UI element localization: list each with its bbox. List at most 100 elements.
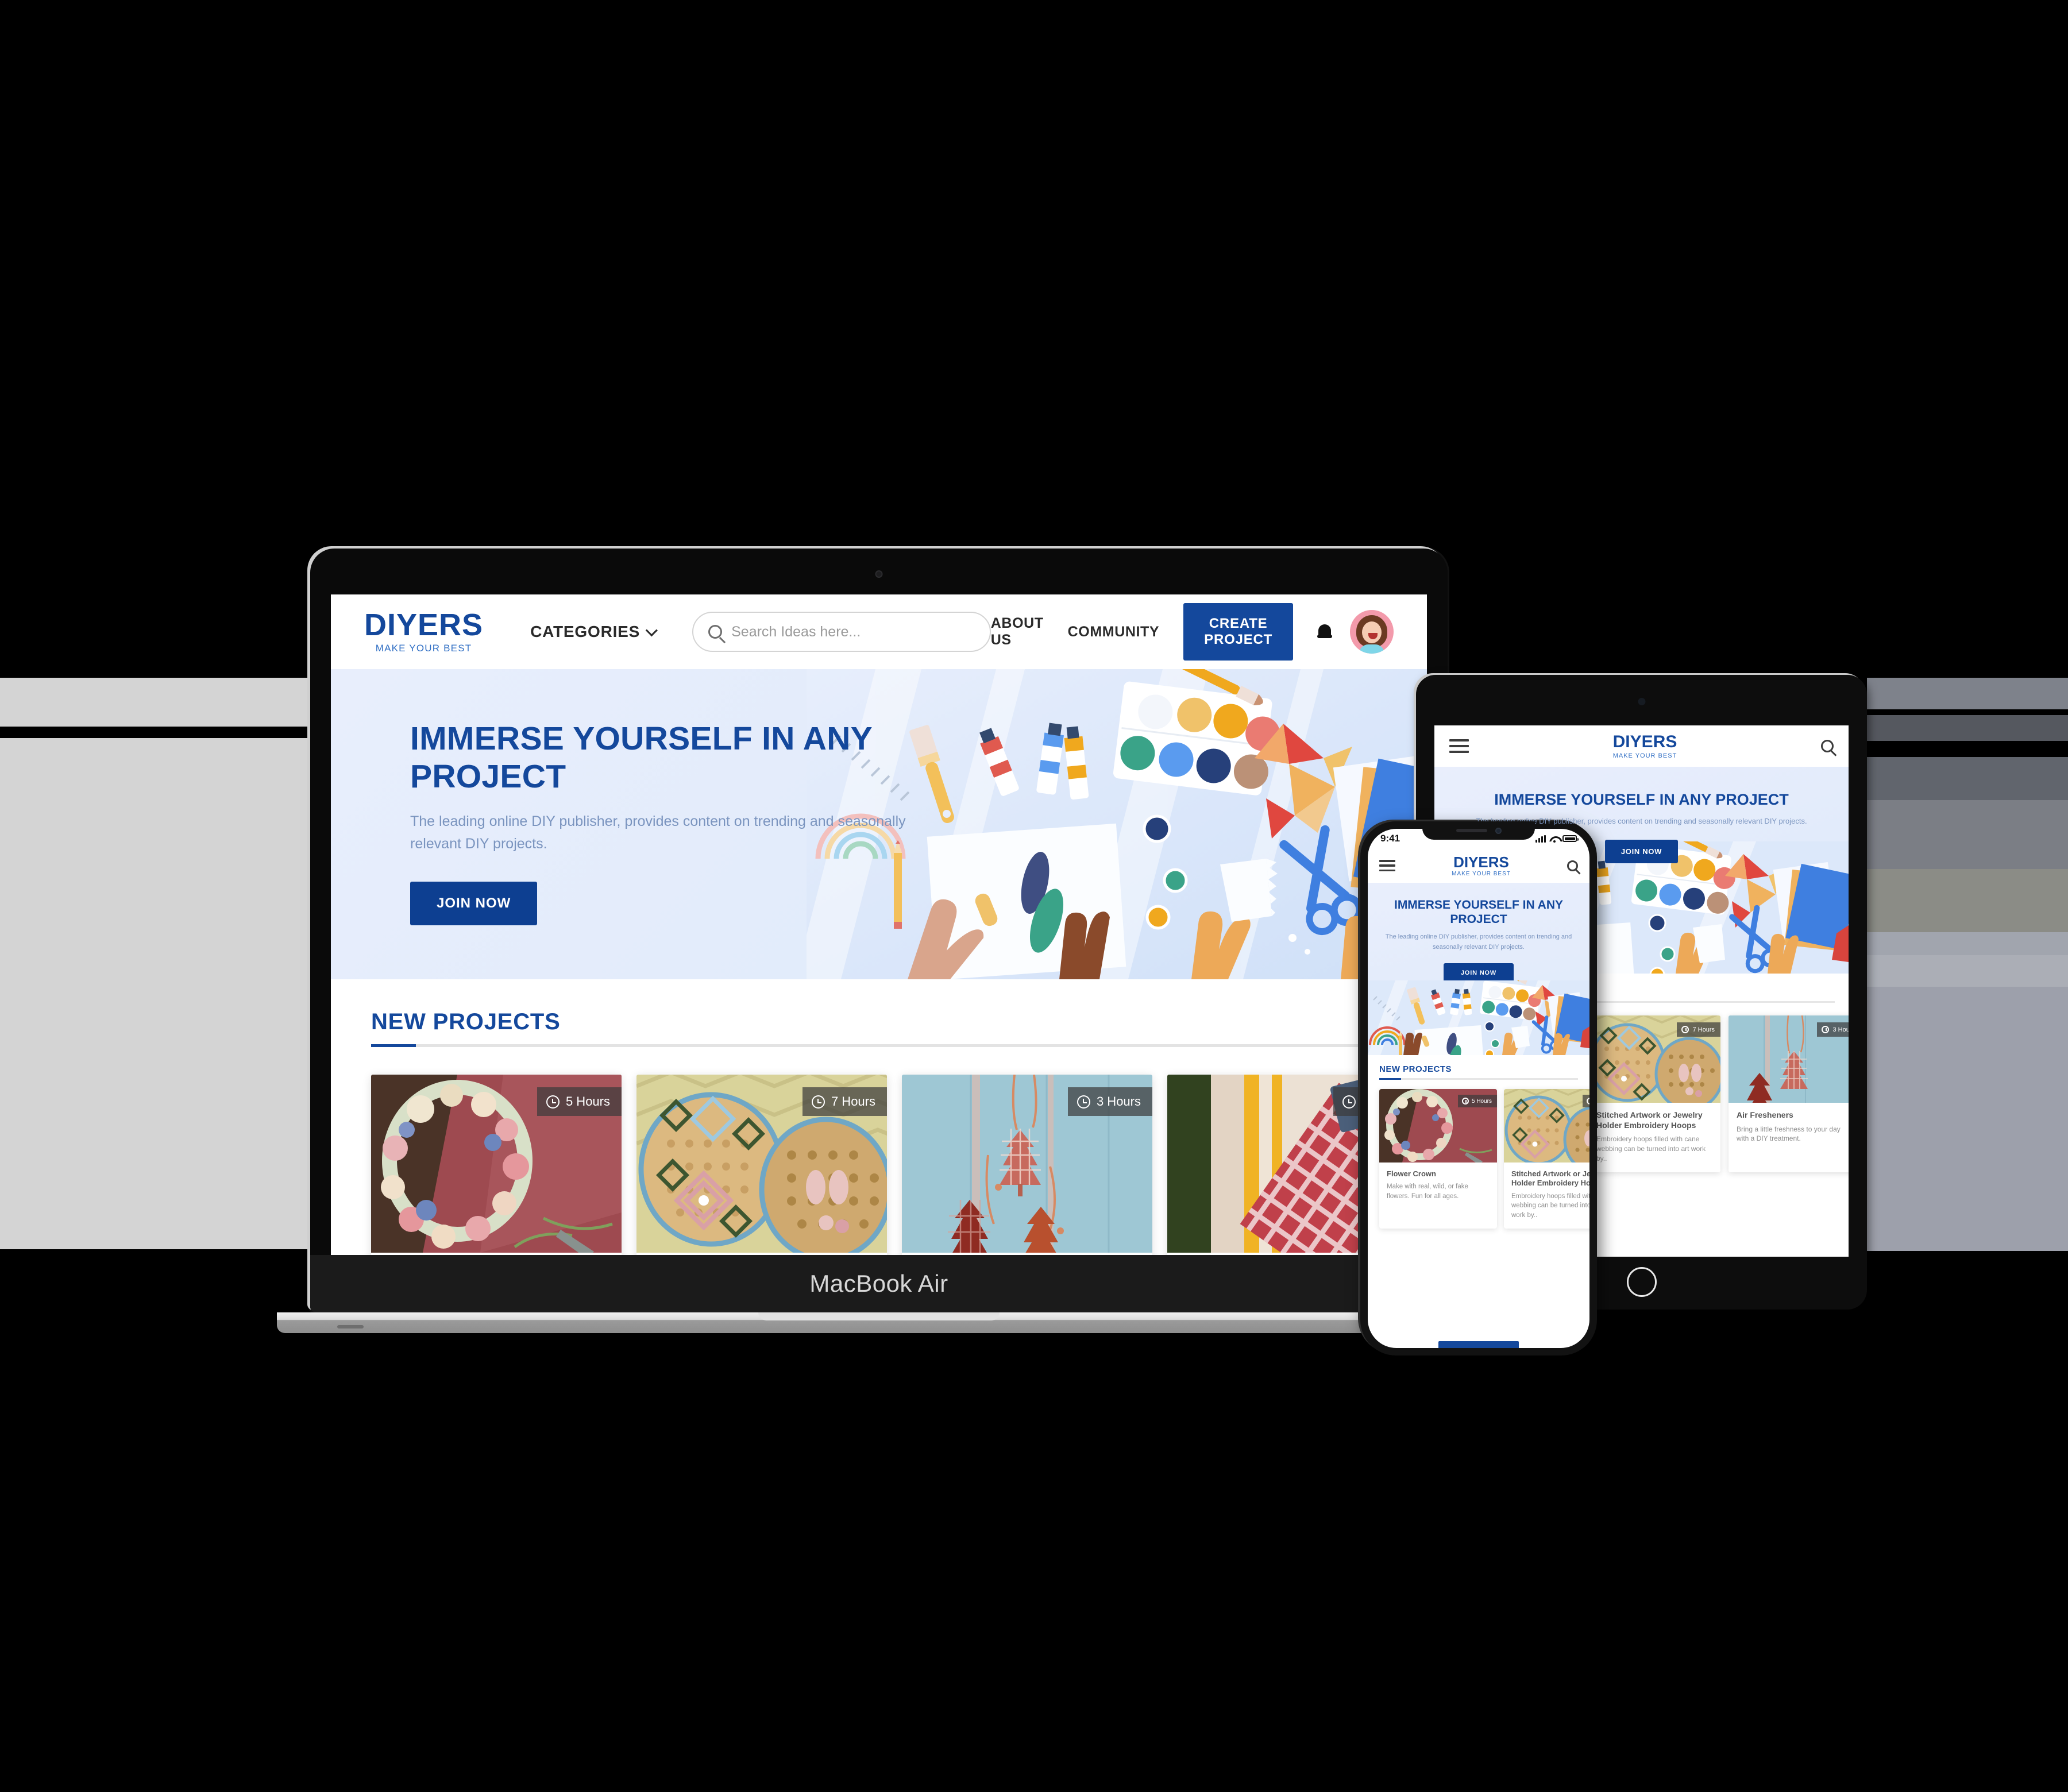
laptop-device: DIYERS MAKE YOUR BEST CATEGORIES Search … — [277, 549, 1481, 1333]
project-card-body: Stitched Artwork or Jewelry Holder Embro… — [1504, 1163, 1589, 1229]
status-indicators — [1535, 835, 1579, 843]
duration-label: 3 Hours — [1832, 1026, 1849, 1033]
cellular-signal-icon — [1535, 835, 1546, 843]
hero-copy: IMMERSE YOURSELF IN ANY PROJECT The lead… — [410, 720, 916, 925]
hero-paragraph: The leading online DIY publisher, provid… — [1385, 933, 1572, 951]
desktop-page: DIYERS MAKE YOUR BEST CATEGORIES Search … — [331, 594, 1427, 1255]
join-now-button[interactable]: JOIN NOW — [1443, 963, 1514, 983]
brand-logo[interactable]: DIYERS MAKE YOUR BEST — [364, 609, 483, 654]
menu-icon[interactable] — [1379, 860, 1395, 871]
laptop-model-text: MacBook Air — [809, 1270, 948, 1297]
wifi-icon — [1549, 835, 1559, 843]
project-desc: Embroidery hoops filled with cane webbin… — [1511, 1192, 1589, 1219]
project-card[interactable]: 7 Hours Stitched Artwork or Jewelry Hold… — [636, 1075, 887, 1255]
background-band — [1867, 757, 2068, 800]
webcam-icon — [875, 570, 883, 578]
nav-categories-label: CATEGORIES — [530, 623, 641, 640]
background-band — [1867, 955, 2068, 987]
project-card[interactable]: 7 Hours Stitched Artwork or Jewelry Hold… — [1504, 1089, 1589, 1229]
project-card-body: Air Fresheners Bring a little freshness … — [1729, 1103, 1849, 1153]
nav-right-group: ABOUT US COMMUNITY CREATE PROJECT — [991, 603, 1394, 661]
battery-icon — [1562, 835, 1579, 842]
brand-tagline: MAKE YOUR BEST — [1452, 870, 1511, 877]
home-button[interactable] — [1626, 1267, 1657, 1297]
phone-shell: 9:41 DIYERS MAKE YOUR BEST IMMERSE YOURS… — [1360, 821, 1597, 1355]
join-now-button[interactable]: JOIN NOW — [410, 881, 538, 925]
nav-about-us[interactable]: ABOUT US — [991, 615, 1044, 648]
phone-device: 9:41 DIYERS MAKE YOUR BEST IMMERSE YOURS… — [1360, 821, 1597, 1355]
project-image: 5 Hours — [371, 1075, 622, 1255]
laptop-lid: DIYERS MAKE YOUR BEST CATEGORIES Search … — [310, 549, 1448, 1312]
project-card[interactable]: 7 Hours Stitched Artwork or Jewelry Hold… — [1588, 1015, 1720, 1173]
clock-icon — [1822, 1026, 1830, 1033]
hero-heading: IMMERSE YOURSELF IN ANY PROJECT — [1394, 898, 1564, 926]
front-camera-icon — [1495, 827, 1502, 834]
duration-badge: 3 Hours — [1817, 1022, 1849, 1037]
hero-heading: IMMERSE YOURSELF IN ANY PROJECT — [410, 720, 872, 795]
hero-heading: IMMERSE YOURSELF IN ANY PROJECT — [1494, 791, 1789, 808]
menu-icon[interactable] — [1449, 739, 1469, 753]
clock-icon — [1077, 1095, 1090, 1109]
new-projects-section: NEW PROJECTS — [1368, 1055, 1589, 1348]
brand-name: DIYERS — [364, 608, 484, 642]
brand-tagline: MAKE YOUR BEST — [1612, 752, 1677, 759]
section-underline — [1379, 1078, 1578, 1080]
search-icon — [708, 625, 723, 639]
project-card[interactable]: 3 Hours Air Fresheners Bring a little fr… — [902, 1075, 1152, 1255]
tablet-navbar: DIYERS MAKE YOUR BEST — [1434, 725, 1849, 767]
nav-categories[interactable]: CATEGORIES — [530, 623, 658, 641]
project-card-body: Stitched Artwork or Jewelry Holder Embro… — [1588, 1103, 1720, 1172]
clock-icon — [546, 1095, 560, 1109]
background-band — [1867, 869, 2068, 932]
all-new-projects-button[interactable] — [1438, 1341, 1519, 1348]
project-title: Stitched Artwork or Jewelry Holder Embro… — [1596, 1110, 1703, 1130]
laptop-foot — [337, 1325, 364, 1328]
project-card[interactable]: 3 Hours Air Fresheners Bring a little fr… — [1729, 1015, 1849, 1173]
project-card-list: 5 Hours Flower Crown Make with real, wil… — [1379, 1089, 1589, 1229]
desktop-navbar: DIYERS MAKE YOUR BEST CATEGORIES Search … — [331, 594, 1427, 669]
project-image: 7 Hours — [1588, 1015, 1720, 1111]
duration-badge: 3 Hours — [1067, 1087, 1152, 1116]
desktop-hero: IMMERSE YOURSELF IN ANY PROJECT The lead… — [331, 669, 1427, 979]
brand-logo[interactable]: DIYERS MAKE YOUR BEST — [1613, 733, 1677, 759]
nav-community[interactable]: COMMUNITY — [1068, 624, 1160, 640]
new-projects-section: NEW PROJECTS — [331, 979, 1427, 1255]
front-camera-icon — [1638, 698, 1645, 705]
laptop-base-notch — [758, 1312, 1000, 1320]
background-band — [0, 678, 313, 727]
search-input[interactable]: Search Ideas here... — [692, 612, 991, 652]
duration-label: 3 Hours — [1096, 1094, 1141, 1109]
section-title: NEW PROJECTS — [371, 1009, 561, 1034]
project-title: Flower Crown — [1387, 1169, 1436, 1178]
clock-icon — [1586, 1098, 1589, 1104]
create-project-button[interactable]: CREATE PROJECT — [1183, 603, 1294, 661]
join-now-button[interactable]: JOIN NOW — [1604, 840, 1679, 864]
project-image: 3 Hours — [1729, 1015, 1849, 1115]
earpiece-speaker — [1456, 829, 1487, 832]
duration-badge: 5 Hours — [537, 1087, 622, 1116]
project-image: 7 Hours — [1504, 1089, 1589, 1173]
hero-illustration — [1368, 965, 1589, 1055]
avatar[interactable] — [1350, 610, 1394, 654]
background-band — [1867, 987, 2068, 1251]
background-band — [1867, 800, 2068, 869]
project-card[interactable]: 5 Hours Flower Crown Make with real, wil… — [1379, 1089, 1497, 1229]
project-card-list: 5 Hours Flower Crown Make with real, wil… — [371, 1075, 1418, 1255]
laptop-base — [277, 1312, 1481, 1333]
project-title: Stitched Artwork or Jewelry Holder Embro… — [1511, 1169, 1589, 1188]
section-title: NEW PROJECTS — [1379, 1064, 1452, 1074]
notification-bell-icon[interactable] — [1317, 622, 1332, 642]
section-underline — [371, 1044, 1387, 1047]
phone-notch — [1422, 821, 1535, 840]
duration-badge: 7 Hours — [1582, 1095, 1589, 1107]
project-image: 7 Hours — [636, 1075, 887, 1255]
duration-label: 7 Hours — [1692, 1026, 1715, 1033]
search-icon[interactable] — [1820, 740, 1834, 752]
duration-label: 5 Hours — [1471, 1098, 1492, 1104]
brand-name: DIYERS — [1612, 732, 1677, 751]
brand-tagline: MAKE YOUR BEST — [375, 643, 472, 654]
project-desc: Bring a little freshness to your day wit… — [1737, 1125, 1841, 1143]
duration-label: 5 Hours — [565, 1094, 610, 1109]
clock-icon — [811, 1095, 825, 1109]
project-card[interactable]: 5 Hours Flower Crown Make with real, wil… — [371, 1075, 622, 1255]
